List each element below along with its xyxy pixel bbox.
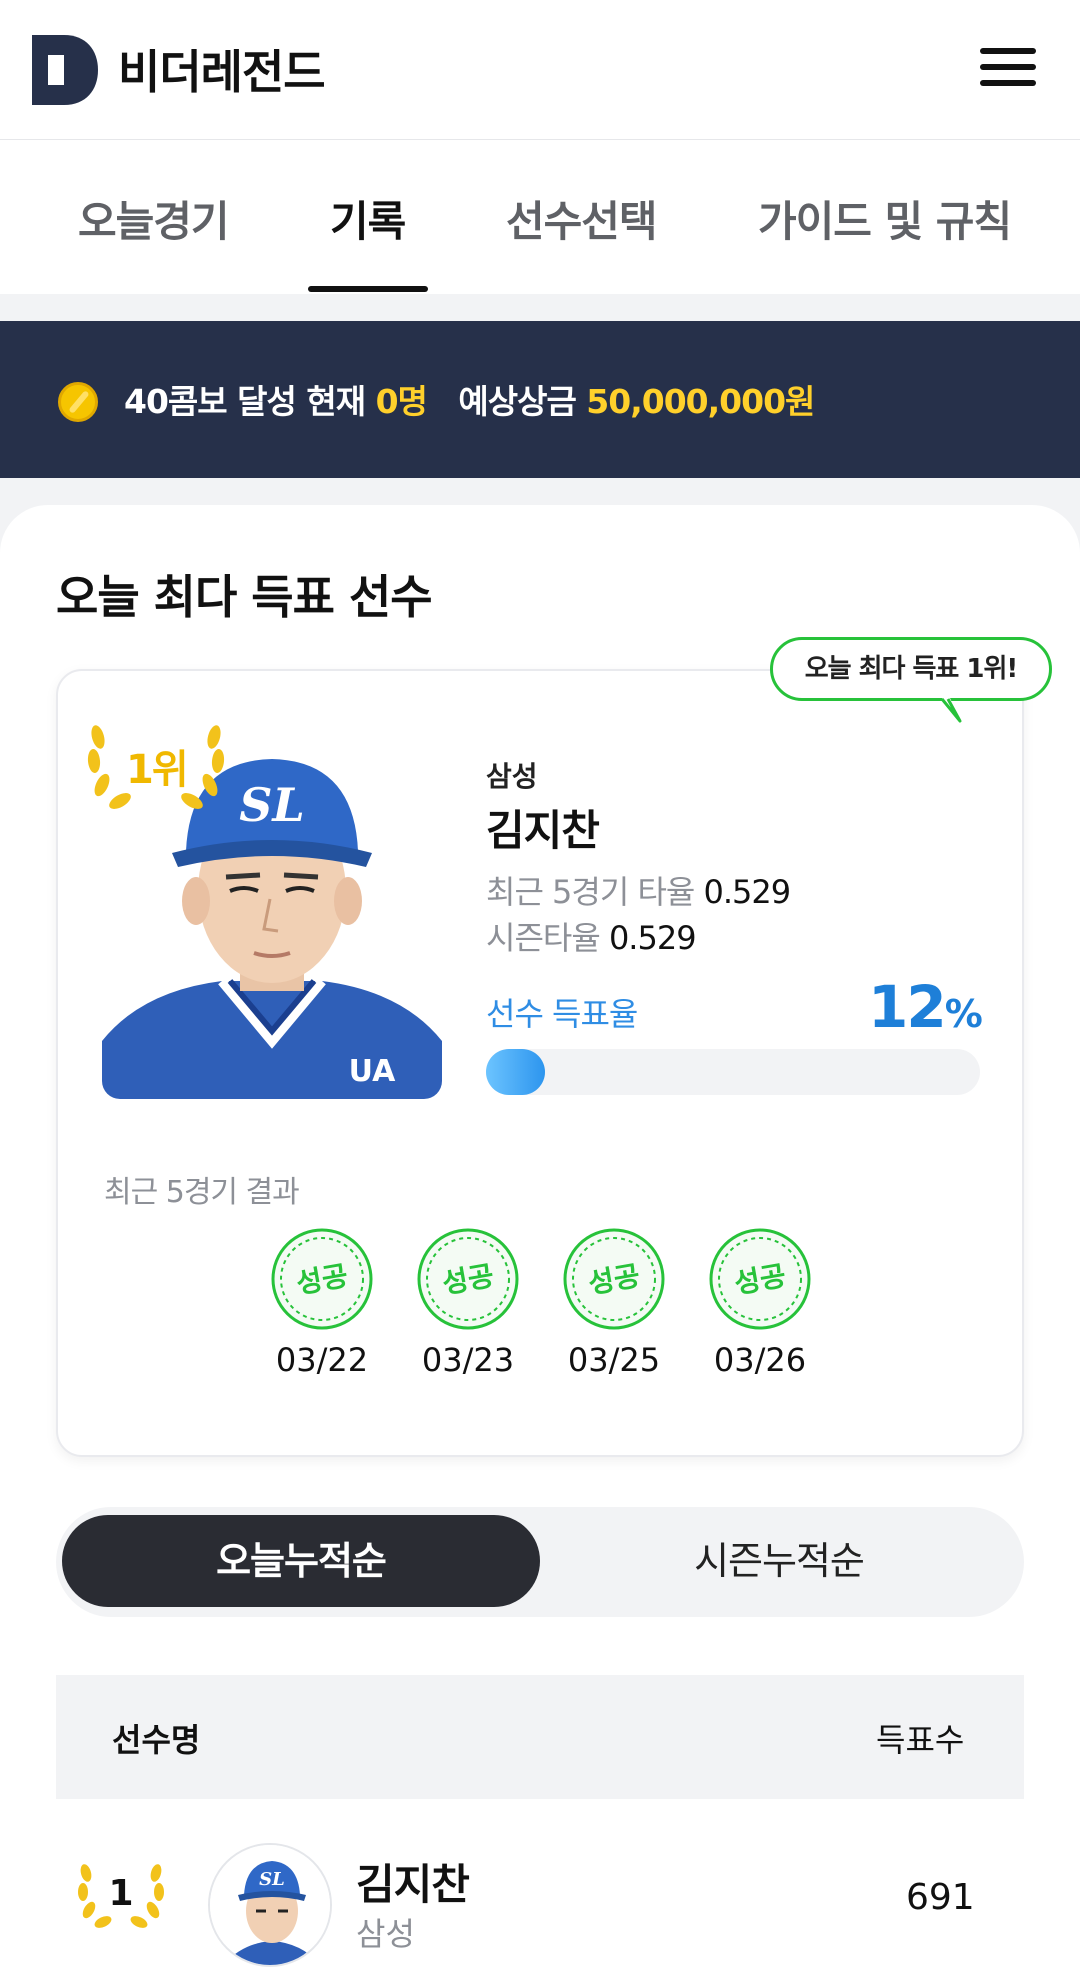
recent-results-label: 최근 5경기 결과 <box>104 1175 300 1210</box>
svg-text:UA: UA <box>349 1054 396 1089</box>
recent-avg-value: 0.529 <box>703 873 792 911</box>
sort-season-button[interactable]: 시즌누적순 <box>540 1515 1018 1607</box>
recent-avg-label: 최근 5경기 타율 <box>486 873 695 911</box>
row-player-team: 삼성 <box>356 1915 415 1953</box>
main-nav-tabs: 오늘경기 기록 선수선택 가이드 및 규칙 <box>0 140 1080 294</box>
banner-text: 40콤보 달성 현재 0명 예상상금 50,000,000원 <box>124 375 815 423</box>
result-date: 03/25 <box>567 1341 661 1379</box>
column-votes: 득표수 <box>876 1721 965 1759</box>
tab-today-games[interactable]: 오늘경기 <box>78 188 230 249</box>
top-vote-bubble: 오늘 최다 득표 1위! <box>770 637 1052 701</box>
svg-text:SL: SL <box>239 778 305 832</box>
rank-label: 1위 <box>126 747 189 793</box>
records-panel: 오늘 최다 득표 선수 오늘 최다 득표 1위! SL UA 1위 삼성 김지찬… <box>0 505 1080 1967</box>
banner-prefix: 40콤보 달성 현재 <box>124 382 376 421</box>
season-avg-value: 0.529 <box>608 919 697 957</box>
expected-prize: 50,000,000원 <box>586 382 815 421</box>
row-rank-number: 1 <box>108 1873 134 1914</box>
vote-rate-bar <box>486 1049 980 1095</box>
active-tab-indicator <box>308 286 428 292</box>
row-vote-count: 691 <box>906 1877 975 1918</box>
app-header: 비더레전드 <box>0 0 1080 140</box>
vote-rate-number: 12 <box>868 973 947 1041</box>
player-name: 김지찬 <box>486 806 600 855</box>
table-row[interactable]: 1 SL 김지찬 삼성 691 <box>56 1825 1024 1967</box>
column-player-name: 선수명 <box>112 1721 201 1759</box>
rank-laurel-badge: 1위 <box>86 717 226 813</box>
success-stamp-icon: 성공 <box>271 1228 373 1330</box>
row-rank-badge: 1 <box>78 1859 164 1929</box>
vote-rate-bar-fill <box>486 1049 546 1095</box>
success-stamp-icon: 성공 <box>709 1228 811 1330</box>
season-avg-label: 시즌타율 <box>486 919 601 957</box>
top-voted-player-card[interactable]: 오늘 최다 득표 1위! SL UA 1위 삼성 김지찬 최근 5경기 타율 0… <box>56 637 1052 1457</box>
sort-today-button[interactable]: 오늘누적순 <box>62 1515 540 1607</box>
combo-count: 0명 <box>375 382 428 421</box>
row-player-name: 김지찬 <box>356 1860 470 1909</box>
season-batting-avg: 시즌타율 0.529 <box>486 913 697 959</box>
player-team: 삼성 <box>486 760 538 793</box>
svg-text:SL: SL <box>259 1869 285 1890</box>
hamburger-menu-icon[interactable] <box>980 48 1040 92</box>
combo-prize-banner: 40콤보 달성 현재 0명 예상상금 50,000,000원 <box>0 321 1080 478</box>
bubble-tail-icon <box>920 698 962 723</box>
tab-guide-rules[interactable]: 가이드 및 규칙 <box>758 188 1012 249</box>
result-stamp: 성공 03/22 <box>270 1227 374 1379</box>
result-date: 03/26 <box>713 1341 807 1379</box>
recent-batting-avg: 최근 5경기 타율 0.529 <box>486 867 792 913</box>
section-title: 오늘 최다 득표 선수 <box>56 570 433 624</box>
app-title[interactable]: 비더레전드 <box>118 36 326 102</box>
success-stamp-icon: 성공 <box>563 1228 665 1330</box>
success-stamp-icon: 성공 <box>417 1228 519 1330</box>
banner-middle: 예상상금 <box>458 382 587 421</box>
logo-icon[interactable] <box>32 35 98 105</box>
vote-rate-value: 12% <box>868 973 983 1041</box>
result-date: 03/22 <box>275 1341 369 1379</box>
result-date: 03/23 <box>421 1341 515 1379</box>
tab-player-select[interactable]: 선수선택 <box>506 188 658 249</box>
result-stamp: 성공 03/26 <box>708 1227 812 1379</box>
ranking-table-header: 선수명 득표수 <box>56 1675 1024 1799</box>
vote-rate-label: 선수 득표율 <box>486 995 638 1033</box>
vote-rate-unit: % <box>944 992 983 1036</box>
coin-icon <box>58 382 98 422</box>
result-stamp: 성공 03/25 <box>562 1227 666 1379</box>
sort-toggle: 오늘누적순 시즌누적순 <box>56 1507 1024 1617</box>
result-stamp: 성공 03/23 <box>416 1227 520 1379</box>
avatar: SL <box>208 1843 332 1967</box>
tab-records[interactable]: 기록 <box>330 188 406 249</box>
